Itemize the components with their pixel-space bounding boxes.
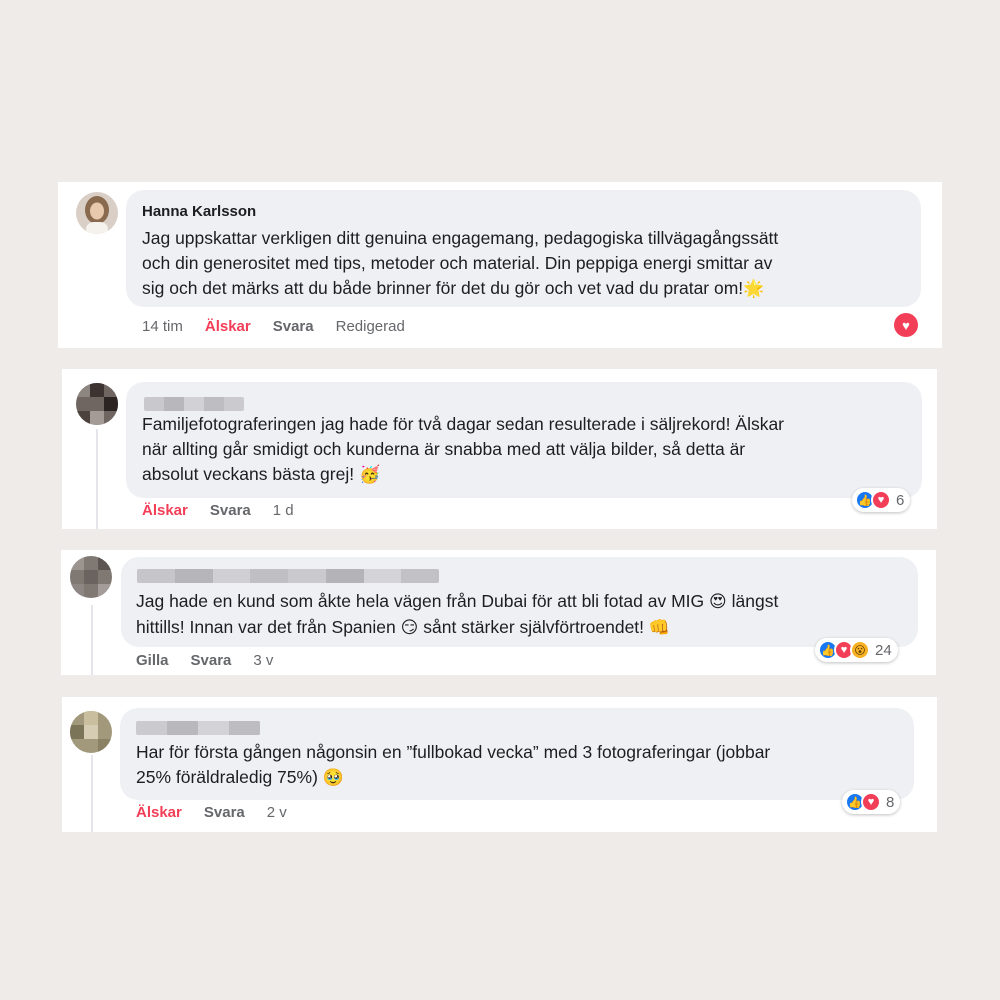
comment-line-text: sig och det märks att du både brinner fö… <box>142 278 744 298</box>
comment-text: Jag hade en kund som åkte hela vägen frå… <box>136 589 926 641</box>
avatar[interactable] <box>70 711 112 753</box>
edited-label: Redigerad <box>335 318 405 335</box>
thread-line <box>91 755 93 832</box>
heart-icon: ♥ <box>871 490 891 510</box>
comment-text: Jag uppskattar verkligen ditt genuina en… <box>142 226 922 302</box>
comment-actions: 14 tim Älskar Svara Redigerad <box>142 318 427 335</box>
comment-actions: Älskar Svara 2 v <box>136 804 309 821</box>
heart-icon: ♥ <box>861 792 881 812</box>
comment-line: 25% föräldraledig 75%) 🥹 <box>136 765 926 791</box>
comment-actions: Gilla Svara 3 v <box>136 652 295 669</box>
heart-eyes-emoji-icon: 😍 <box>709 592 727 612</box>
comment-line-text: absolut veckans bästa grej! <box>142 464 355 484</box>
comment-line-tail: längst <box>731 591 779 611</box>
comment-line: när allting går smidigt och kunderna är … <box>142 439 746 459</box>
comment-line: och din generositet med tips, metoder oc… <box>142 253 773 273</box>
comment-card-3: Jag hade en kund som åkte hela vägen frå… <box>61 550 936 675</box>
comment-card-4: Har för första gången någonsin en ”fullb… <box>62 697 937 832</box>
reactions-summary[interactable]: 👍 ♥ 😮 24 <box>815 638 898 662</box>
smirk-emoji-icon: 😏 <box>400 618 419 638</box>
love-button[interactable]: Älskar <box>205 318 251 335</box>
comment-line: Har för första gången någonsin en ”fullb… <box>136 742 771 762</box>
reply-button[interactable]: Svara <box>273 318 314 335</box>
thread-line <box>96 429 98 529</box>
blurred-author-name <box>136 721 260 735</box>
party-face-emoji-icon: 🥳 <box>358 465 381 485</box>
love-button[interactable]: Älskar <box>142 502 188 519</box>
comment-line: hittills! Innan var det från Spanien 😏 s… <box>136 615 926 641</box>
sun-emoji-icon: 🌟 <box>743 279 765 299</box>
wow-icon: 😮 <box>850 640 870 660</box>
like-button[interactable]: Gilla <box>136 652 169 669</box>
reactions-summary[interactable]: 👍 ♥ 8 <box>842 790 901 814</box>
comment-card-1: Hanna Karlsson Jag uppskattar verkligen … <box>58 182 942 348</box>
comment-line: Familjefotograferingen jag hade för två … <box>142 414 785 434</box>
timestamp[interactable]: 1 d <box>273 502 294 519</box>
avatar[interactable] <box>76 383 118 425</box>
comment-actions: Älskar Svara 1 d <box>142 502 316 519</box>
heart-icon: ♥ <box>902 317 910 333</box>
comment-line-text: Jag hade en kund som åkte hela vägen frå… <box>136 591 705 611</box>
comment-line: absolut veckans bästa grej! 🥳 <box>142 462 932 488</box>
fist-emoji-icon: 👊 <box>648 618 671 638</box>
comment-text: Familjefotograferingen jag hade för två … <box>142 412 932 488</box>
reply-button[interactable]: Svara <box>210 502 251 519</box>
heart-reaction-button[interactable]: ♥ <box>894 313 918 337</box>
blurred-author-name <box>144 397 244 411</box>
comment-line: Jag hade en kund som åkte hela vägen frå… <box>136 589 926 615</box>
pleading-face-emoji-icon: 🥹 <box>322 768 344 788</box>
reply-button[interactable]: Svara <box>191 652 232 669</box>
thread-line <box>91 605 93 675</box>
avatar[interactable] <box>70 556 112 598</box>
timestamp[interactable]: 3 v <box>253 652 273 669</box>
comment-text: Har för första gången någonsin en ”fullb… <box>136 740 926 791</box>
reaction-count: 6 <box>896 491 905 509</box>
comment-line: sig och det märks att du både brinner fö… <box>142 276 922 302</box>
reaction-count: 24 <box>875 641 892 659</box>
love-button[interactable]: Älskar <box>136 804 182 821</box>
blurred-author-name <box>137 569 439 583</box>
comment-line: Jag uppskattar verkligen ditt genuina en… <box>142 228 779 248</box>
timestamp[interactable]: 14 tim <box>142 318 183 335</box>
comment-line-text: hittills! Innan var det från Spanien <box>136 617 396 637</box>
comment-line-text: sånt stärker självförtroendet! <box>423 617 645 637</box>
avatar[interactable] <box>76 192 118 234</box>
reactions-summary[interactable]: 👍 ♥ 6 <box>852 488 911 512</box>
comment-card-2: Familjefotograferingen jag hade för två … <box>62 369 937 529</box>
comment-line-text: 25% föräldraledig 75%) <box>136 767 318 787</box>
author-name[interactable]: Hanna Karlsson <box>142 203 256 220</box>
reaction-count: 8 <box>886 793 895 811</box>
timestamp[interactable]: 2 v <box>267 804 287 821</box>
reply-button[interactable]: Svara <box>204 804 245 821</box>
